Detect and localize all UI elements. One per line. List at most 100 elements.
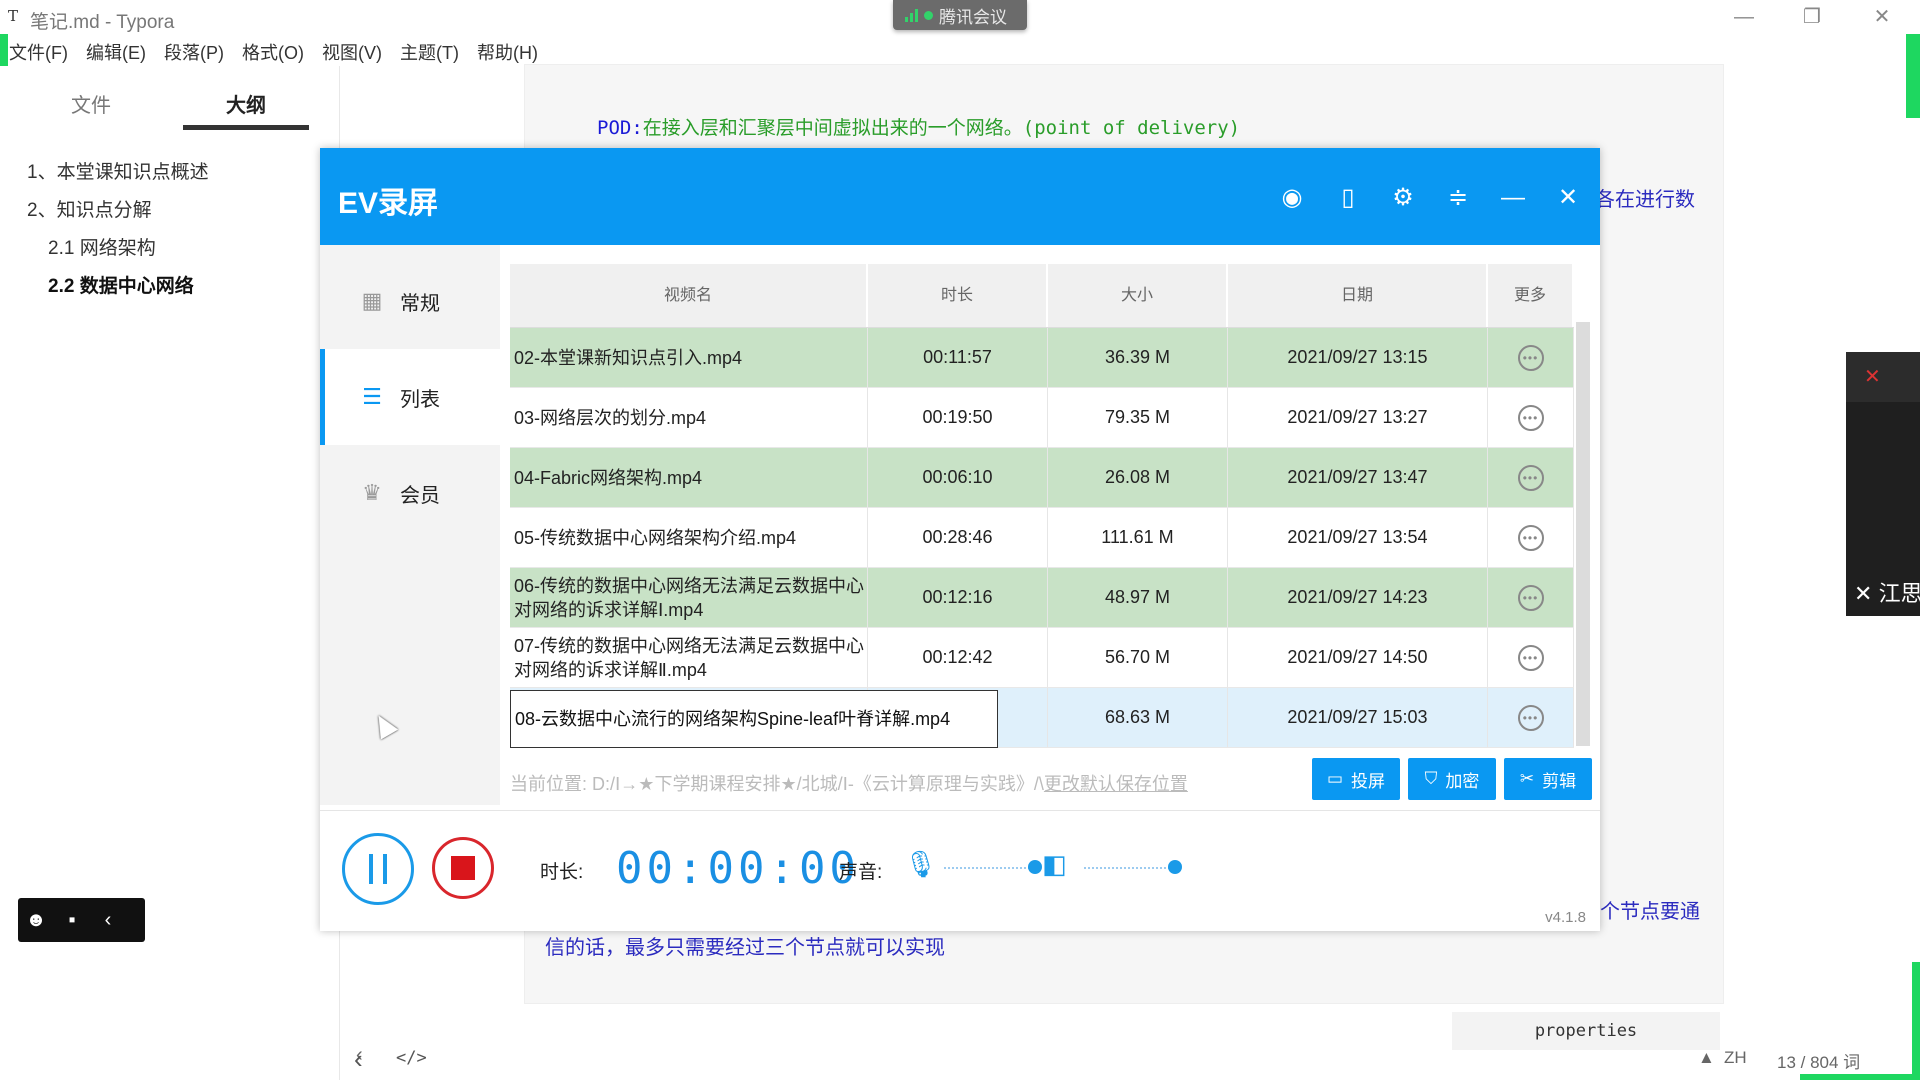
col-date[interactable]: 日期: [1228, 264, 1488, 327]
warning-icon[interactable]: ▲: [1698, 1048, 1715, 1068]
menu-format[interactable]: 格式(O): [233, 36, 313, 66]
menu-paragraph[interactable]: 段落(P): [155, 36, 233, 66]
minimize-icon[interactable]: —: [1493, 178, 1533, 218]
user-icon[interactable]: ◉: [1272, 178, 1312, 218]
table-row[interactable]: 02-本堂课新知识点引入.mp4 00:11:57 36.39 M 2021/09/2…: [510, 328, 1574, 388]
properties-panel[interactable]: properties: [1452, 1012, 1720, 1050]
stop-button[interactable]: [432, 837, 494, 899]
shield-icon: ⛉: [1424, 769, 1438, 788]
more-options-icon[interactable]: •••: [1517, 584, 1544, 611]
menu-theme[interactable]: 主题(T): [391, 36, 468, 66]
nav-list[interactable]: ☰ 列表: [320, 349, 500, 445]
pause-button[interactable]: [342, 833, 414, 905]
device-icon[interactable]: ▯: [1328, 178, 1368, 218]
tab-files[interactable]: 文件: [28, 86, 154, 130]
mic-muted-icon: ✕: [1854, 581, 1873, 606]
slider-knob[interactable]: [1168, 860, 1182, 874]
table-row[interactable]: 05-传统数据中心网络架构介绍.mp4 00:28:46 111.61 M 2021/…: [510, 508, 1574, 568]
rename-input[interactable]: 08-云数据中心流行的网络架构Spine-leaf叶脊详解.mp4: [510, 690, 998, 748]
cell-duration: 00:12:42: [868, 628, 1048, 687]
cell-date: 2021/09/27 14:50: [1228, 628, 1488, 687]
recording-timer: 00:00:00: [616, 843, 860, 894]
dropdown-icon[interactable]: ≑: [1438, 178, 1478, 218]
restore-button[interactable]: ❐: [1782, 2, 1842, 32]
menu-file[interactable]: 文件(F): [0, 36, 77, 66]
table-scrollbar[interactable]: [1576, 322, 1590, 746]
source-code-icon[interactable]: </>: [396, 1048, 427, 1068]
cell-duration: 00:12:16: [868, 568, 1048, 627]
language-indicator[interactable]: ZH: [1724, 1048, 1747, 1068]
word-count[interactable]: 13 / 804 词: [1777, 1048, 1860, 1073]
video-topbar: ✕: [1846, 352, 1920, 402]
cast-button[interactable]: ▭ 投屏: [1312, 758, 1400, 800]
table-row[interactable]: 06-传统的数据中心网络无法满足云数据中心对网络的诉求详解Ⅰ.mp4 00:12:…: [510, 568, 1574, 628]
pod-keyword: POD:: [597, 117, 643, 139]
encrypt-button[interactable]: ⛉ 加密: [1408, 758, 1496, 800]
menu-help[interactable]: 帮助(H): [468, 36, 547, 66]
col-duration[interactable]: 时长: [868, 264, 1048, 327]
meeting-badge[interactable]: 腾讯会议: [893, 0, 1027, 30]
cell-date: 2021/09/27 14:23: [1228, 568, 1488, 627]
pod-line: POD:在接入层和汇聚层中间虚拟出来的一个网络。(point of delive…: [597, 113, 1240, 140]
tab-outline[interactable]: 大纲: [183, 86, 309, 130]
mic-volume-slider[interactable]: [944, 860, 1042, 874]
pod-paren: (point of delivery): [1022, 117, 1241, 139]
close-window-button[interactable]: ✕: [1852, 2, 1912, 32]
emoji-icon[interactable]: ☻: [18, 909, 54, 932]
speaker-icon[interactable]: ◧: [1042, 849, 1067, 880]
outline-item[interactable]: 1、本堂课知识点概述: [0, 154, 320, 192]
cell-name: 02-本堂课新知识点引入.mp4: [510, 328, 868, 387]
table-row[interactable]: 03-网络层次的划分.mp4 00:19:50 79.35 M 2021/09/27 …: [510, 388, 1574, 448]
speaker-volume-slider[interactable]: [1084, 860, 1182, 874]
nav-member[interactable]: ♛ 会员: [320, 445, 500, 541]
cell-duration: 00:19:50: [868, 388, 1048, 447]
cell-date: 2021/09/27 13:54: [1228, 508, 1488, 567]
more-cell: •••: [1488, 328, 1574, 387]
chevron-left-icon[interactable]: ‹: [354, 1044, 363, 1075]
button-label: 投屏: [1351, 771, 1386, 791]
gear-icon[interactable]: ⚙: [1383, 178, 1423, 218]
cell-size: 79.35 M: [1048, 388, 1228, 447]
menu-edit[interactable]: 编辑(E): [77, 36, 155, 66]
clip-button[interactable]: ✂ 剪辑: [1504, 758, 1592, 800]
minimize-button[interactable]: —: [1714, 2, 1774, 32]
nav-label: 列表: [400, 388, 440, 411]
table-row[interactable]: 07-传统的数据中心网络无法满足云数据中心对网络的诉求详解Ⅱ.mp4 00:12:…: [510, 628, 1574, 688]
col-size[interactable]: 大小: [1048, 264, 1228, 327]
outline-item-active[interactable]: 2.2 数据中心网络: [0, 268, 320, 306]
change-path-link[interactable]: 更改默认保存位置: [1044, 774, 1188, 794]
more-options-icon[interactable]: •••: [1517, 464, 1544, 491]
outline-item[interactable]: 2.1 网络架构: [0, 230, 320, 268]
nav-general[interactable]: ▦ 常规: [320, 253, 500, 349]
outline-item[interactable]: 2、知识点分解: [0, 192, 320, 230]
cell-date: 2021/09/27 13:47: [1228, 448, 1488, 507]
more-options-icon[interactable]: •••: [1517, 644, 1544, 671]
floating-toolbar: ☻ ▪ ‹: [18, 898, 145, 942]
cell-duration: 00:28:46: [868, 508, 1048, 567]
list-icon: ☰: [362, 384, 382, 409]
more-options-icon[interactable]: •••: [1517, 704, 1544, 731]
table-row[interactable]: 04-Fabric网络架构.mp4 00:06:10 26.08 M 2021/09/…: [510, 448, 1574, 508]
slider-knob[interactable]: [1028, 860, 1042, 874]
cell-size: 48.97 M: [1048, 568, 1228, 627]
version-label: v4.1.8: [1545, 909, 1586, 926]
cell-size: 111.61 M: [1048, 508, 1228, 567]
chat-icon[interactable]: ▪: [54, 909, 90, 932]
doc-fragment: 个节点要通: [1600, 901, 1700, 923]
more-options-icon[interactable]: •••: [1517, 524, 1544, 551]
microphone-icon[interactable]: 🎙: [904, 849, 937, 880]
collapse-icon[interactable]: ‹: [90, 909, 126, 932]
doc-line: 信的话，最多只需要经过三个节点就可以实现: [545, 937, 945, 959]
cell-name: 03-网络层次的划分.mp4: [510, 388, 868, 447]
col-name[interactable]: 视频名: [510, 264, 868, 327]
cell-size: 36.39 M: [1048, 328, 1228, 387]
more-options-icon[interactable]: •••: [1517, 344, 1544, 371]
typora-app-icon: T: [8, 7, 19, 25]
more-cell: •••: [1488, 568, 1574, 627]
participant-video[interactable]: ✕ ✕ 江思: [1846, 352, 1920, 616]
close-icon[interactable]: ✕: [1548, 178, 1588, 218]
more-options-icon[interactable]: •••: [1517, 404, 1544, 431]
duration-label: 时长:: [540, 862, 584, 883]
menu-view[interactable]: 视图(V): [313, 36, 391, 66]
cell-name: 07-传统的数据中心网络无法满足云数据中心对网络的诉求详解Ⅱ.mp4: [510, 628, 868, 687]
